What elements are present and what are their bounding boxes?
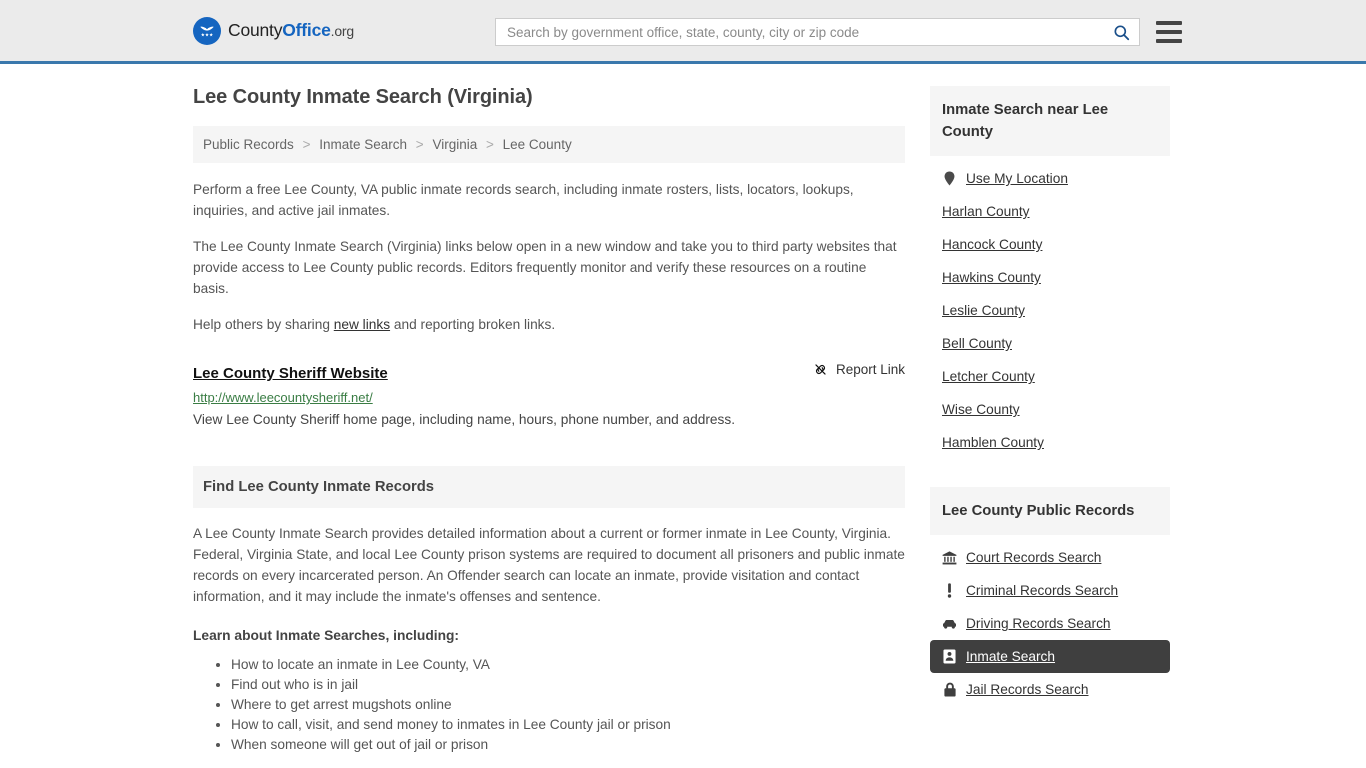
breadcrumb-item-virginia[interactable]: Virginia bbox=[432, 137, 477, 152]
share-text-before: Help others by sharing bbox=[193, 317, 334, 332]
hamburger-bar-1 bbox=[1156, 21, 1182, 25]
intro-paragraph-3: Help others by sharing new links and rep… bbox=[193, 314, 905, 335]
sidebar-item-label: Jail Records Search bbox=[966, 682, 1089, 697]
map-pin-icon bbox=[942, 171, 957, 186]
breadcrumb-separator: > bbox=[485, 137, 494, 152]
sidebar-item-label: Driving Records Search bbox=[966, 616, 1111, 631]
result-link-block: Lee County Sheriff Website Report Link h… bbox=[193, 361, 905, 427]
list-item: When someone will get out of jail or pri… bbox=[231, 735, 905, 755]
sidebar-item-label: Bell County bbox=[942, 336, 1012, 351]
sidebar-item-jail-records-search[interactable]: Jail Records Search bbox=[930, 673, 1170, 706]
public-records-panel: Lee County Public Records Court Records … bbox=[930, 487, 1170, 706]
sidebar-item-harlan-county[interactable]: Harlan County bbox=[930, 195, 1170, 228]
breadcrumb: Public Records > Inmate Search > Virgini… bbox=[193, 126, 905, 163]
breadcrumb-separator: > bbox=[415, 137, 424, 152]
sidebar-item-use-my-location[interactable]: Use My Location bbox=[930, 162, 1170, 195]
sidebar-item-label: Court Records Search bbox=[966, 550, 1102, 565]
nearby-panel-heading: Inmate Search near Lee County bbox=[930, 86, 1170, 156]
new-links-link[interactable]: new links bbox=[334, 317, 390, 332]
logo-text-county: County bbox=[228, 20, 283, 40]
sidebar-item-inmate-search[interactable]: Inmate Search bbox=[930, 640, 1170, 673]
report-link-label: Report Link bbox=[835, 362, 905, 377]
sidebar-item-court-records-search[interactable]: Court Records Search bbox=[930, 541, 1170, 574]
lock-icon bbox=[942, 682, 957, 697]
list-item: Where to get arrest mugshots online bbox=[231, 695, 905, 715]
report-link-button[interactable]: Report Link bbox=[812, 361, 905, 378]
search-input[interactable] bbox=[505, 23, 1110, 41]
nearby-panel: Inmate Search near Lee County Use My Loc… bbox=[930, 86, 1170, 459]
list-item: How to call, visit, and send money to in… bbox=[231, 715, 905, 735]
main-column: Lee County Inmate Search (Virginia) Publ… bbox=[193, 86, 905, 755]
header-search-zone bbox=[495, 18, 1182, 46]
sidebar-item-leslie-county[interactable]: Leslie County bbox=[930, 294, 1170, 327]
sidebar-item-criminal-records-search[interactable]: Criminal Records Search bbox=[930, 574, 1170, 607]
public-records-panel-list: Court Records Search Criminal Records Se… bbox=[930, 535, 1170, 706]
records-section-body: A Lee County Inmate Search provides deta… bbox=[193, 508, 905, 755]
sidebar-item-label: Inmate Search bbox=[966, 649, 1056, 664]
sidebar-item-hancock-county[interactable]: Hancock County bbox=[930, 228, 1170, 261]
sidebar-item-label: Hancock County bbox=[942, 237, 1043, 252]
intro-paragraph-2: The Lee County Inmate Search (Virginia) … bbox=[193, 239, 897, 296]
records-section-subheading: Learn about Inmate Searches, including: bbox=[193, 628, 460, 643]
broken-link-icon bbox=[812, 361, 829, 378]
intro-paragraph-1: Perform a free Lee County, VA public inm… bbox=[193, 182, 854, 218]
records-section-heading: Find Lee County Inmate Records bbox=[193, 466, 905, 508]
car-icon bbox=[942, 618, 957, 630]
hamburger-menu-icon[interactable] bbox=[1156, 21, 1182, 43]
list-item: How to locate an inmate in Lee County, V… bbox=[231, 655, 905, 675]
result-link-row: Lee County Sheriff Website Report Link bbox=[193, 361, 905, 382]
courthouse-icon bbox=[942, 550, 957, 565]
share-text-after: and reporting broken links. bbox=[390, 317, 556, 332]
eagle-shield-emblem-icon bbox=[193, 16, 221, 45]
logo-text-office: Office bbox=[282, 20, 331, 40]
sidebar-item-label: Harlan County bbox=[942, 204, 1030, 219]
site-logo-text: CountyOffice.org bbox=[228, 20, 354, 41]
page-title: Lee County Inmate Search (Virginia) bbox=[193, 86, 533, 108]
exclamation-icon bbox=[942, 583, 957, 598]
sidebar-item-label: Wise County bbox=[942, 402, 1020, 417]
breadcrumb-separator: > bbox=[302, 137, 311, 152]
hamburger-bar-3 bbox=[1156, 39, 1182, 43]
search-icon bbox=[1112, 23, 1131, 42]
breadcrumb-item-inmate-search[interactable]: Inmate Search bbox=[319, 137, 407, 152]
sidebar-item-hawkins-county[interactable]: Hawkins County bbox=[930, 261, 1170, 294]
sheriff-website-description: View Lee County Sheriff home page, inclu… bbox=[193, 412, 736, 427]
sidebar-item-label: Letcher County bbox=[942, 369, 1035, 384]
sheriff-website-url[interactable]: http://www.leecountysheriff.net/ bbox=[193, 390, 905, 405]
sidebar-item-letcher-county[interactable]: Letcher County bbox=[930, 360, 1170, 393]
site-header: CountyOffice.org bbox=[0, 0, 1366, 64]
learn-about-list: How to locate an inmate in Lee County, V… bbox=[193, 655, 905, 755]
logo-text-org: .org bbox=[330, 23, 355, 39]
sidebar-item-label: Criminal Records Search bbox=[966, 583, 1119, 598]
sidebar: Inmate Search near Lee County Use My Loc… bbox=[930, 86, 1170, 755]
sidebar-item-driving-records-search[interactable]: Driving Records Search bbox=[930, 607, 1170, 640]
sidebar-item-label: Hamblen County bbox=[942, 435, 1044, 450]
list-item: Find out who is in jail bbox=[231, 675, 905, 695]
content-wrapper: Lee County Inmate Search (Virginia) Publ… bbox=[193, 64, 1173, 755]
search-box[interactable] bbox=[495, 18, 1140, 46]
hamburger-bar-2 bbox=[1156, 30, 1182, 34]
breadcrumb-item-public-records[interactable]: Public Records bbox=[203, 137, 294, 152]
sidebar-item-wise-county[interactable]: Wise County bbox=[930, 393, 1170, 426]
sheriff-website-link[interactable]: Lee County Sheriff Website bbox=[193, 365, 388, 382]
sidebar-item-label: Leslie County bbox=[942, 303, 1025, 318]
records-section-paragraph: A Lee County Inmate Search provides deta… bbox=[193, 526, 905, 604]
site-logo[interactable]: CountyOffice.org bbox=[193, 16, 354, 45]
sidebar-item-hamblen-county[interactable]: Hamblen County bbox=[930, 426, 1170, 459]
sidebar-item-label: Use My Location bbox=[966, 171, 1068, 186]
sidebar-item-bell-county[interactable]: Bell County bbox=[930, 327, 1170, 360]
search-button[interactable] bbox=[1110, 23, 1133, 42]
breadcrumb-item-lee-county[interactable]: Lee County bbox=[503, 137, 572, 152]
id-badge-icon bbox=[942, 649, 957, 664]
nearby-panel-list: Use My Location Harlan County Hancock Co… bbox=[930, 156, 1170, 459]
public-records-panel-heading: Lee County Public Records bbox=[930, 487, 1170, 535]
sidebar-item-label: Hawkins County bbox=[942, 270, 1041, 285]
page-body: Lee County Inmate Search (Virginia) Publ… bbox=[0, 64, 1366, 755]
